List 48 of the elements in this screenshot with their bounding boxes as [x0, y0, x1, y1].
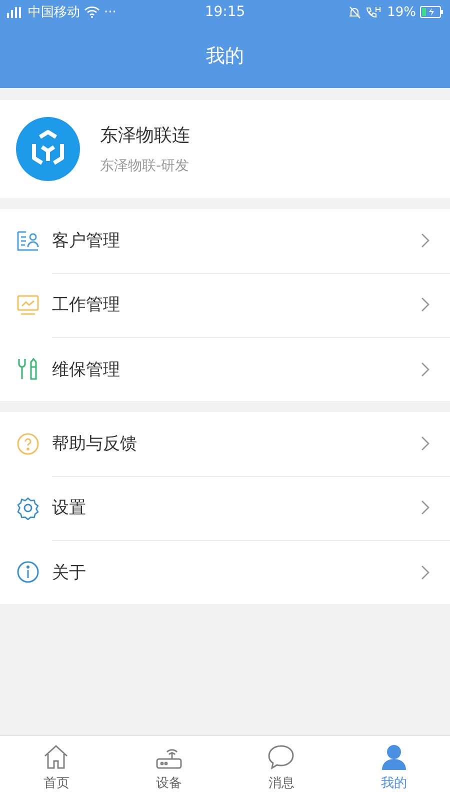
tab-item[interactable]: 首页: [0, 736, 112, 800]
tab-label: 我的: [380, 775, 407, 792]
menu-label: 客户管理: [52, 230, 120, 252]
tab-label: 设备: [156, 775, 182, 792]
menu-item[interactable]: 工作管理: [0, 273, 450, 337]
tab-item[interactable]: 设备: [112, 736, 225, 800]
tools-icon: [16, 357, 40, 381]
tab-item[interactable]: 消息: [225, 736, 338, 800]
chevron-right-icon: [421, 297, 430, 312]
chevron-right-icon: [421, 500, 430, 515]
menu-label: 帮助与反馈: [52, 433, 137, 455]
phone-hd-icon: [365, 6, 384, 18]
menu-item[interactable]: 设置: [0, 476, 450, 540]
page-title: 我的: [206, 44, 244, 69]
chevron-right-icon: [421, 436, 430, 451]
menu-label: 维保管理: [52, 358, 120, 380]
settings-icon: [16, 496, 40, 520]
battery-icon: [420, 6, 444, 18]
tab-label: 首页: [43, 775, 70, 792]
menu-label: 关于: [52, 562, 86, 584]
bell-muted-icon: [348, 6, 362, 18]
person-icon: [380, 744, 408, 770]
carrier-name: 中国移动: [28, 4, 80, 21]
chevron-right-icon: [421, 564, 430, 580]
question-icon: [16, 432, 40, 456]
menu-item[interactable]: 维保管理: [0, 337, 450, 401]
info-icon: [16, 560, 40, 584]
chat-bubble-icon: [267, 744, 296, 770]
battery-percent: 19%: [387, 4, 416, 20]
menu-label: 设置: [52, 497, 86, 519]
chevron-right-icon: [421, 233, 430, 248]
menu-item[interactable]: 帮助与反馈: [0, 412, 450, 476]
logo-icon: [16, 117, 80, 181]
menu-item[interactable]: 关于: [0, 540, 450, 604]
home-icon: [42, 744, 70, 770]
menu-label: 工作管理: [52, 294, 120, 316]
monitor-icon: [16, 293, 40, 317]
clock-time: 19:15: [204, 4, 246, 20]
more-indicator: ···: [104, 4, 116, 20]
profile-name: 东泽物联连: [100, 124, 190, 147]
profile-subtitle: 东泽物联-研发: [100, 157, 190, 175]
id-card-icon: [16, 229, 40, 253]
wifi-icon: [84, 6, 100, 18]
tab-label: 消息: [268, 775, 294, 792]
profile-card[interactable]: 东泽物联连 东泽物联-研发: [0, 100, 450, 198]
menu-item[interactable]: 客户管理: [0, 209, 450, 273]
signal-icon: [6, 6, 24, 18]
chevron-right-icon: [421, 362, 430, 376]
